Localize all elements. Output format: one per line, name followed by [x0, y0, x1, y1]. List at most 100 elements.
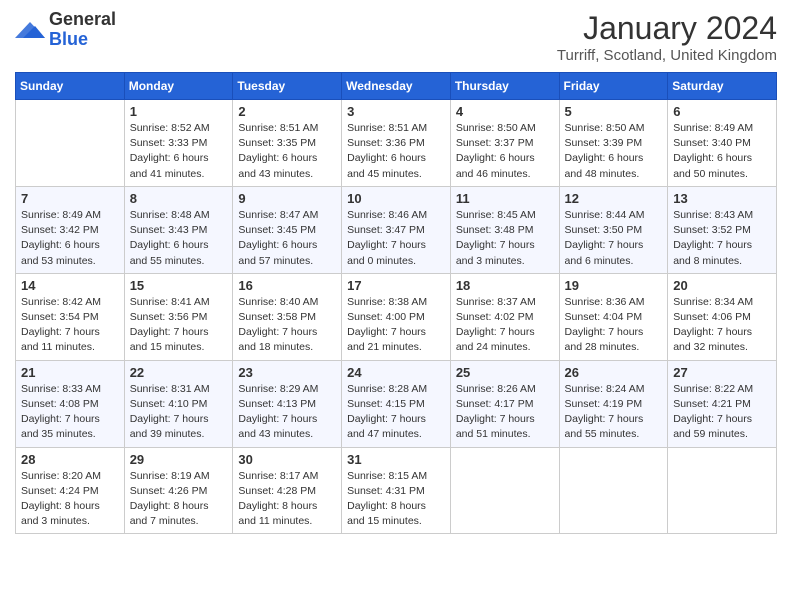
day-number: 11 — [456, 191, 554, 206]
day-number: 7 — [21, 191, 119, 206]
calendar-cell: 7 Sunrise: 8:49 AMSunset: 3:42 PMDaylight… — [16, 186, 125, 273]
day-info: Sunrise: 8:34 AMSunset: 4:06 PMDaylight:… — [673, 295, 771, 356]
calendar-cell: 10 Sunrise: 8:46 AMSunset: 3:47 PMDayligh… — [342, 186, 451, 273]
day-info: Sunrise: 8:26 AMSunset: 4:17 PMDaylight:… — [456, 382, 554, 443]
weekday-header-sunday: Sunday — [16, 73, 125, 100]
day-number: 26 — [565, 365, 663, 380]
calendar-cell: 17 Sunrise: 8:38 AMSunset: 4:00 PMDayligh… — [342, 273, 451, 360]
day-info: Sunrise: 8:29 AMSunset: 4:13 PMDaylight:… — [238, 382, 336, 443]
day-info: Sunrise: 8:33 AMSunset: 4:08 PMDaylight:… — [21, 382, 119, 443]
day-number: 8 — [130, 191, 228, 206]
day-number: 2 — [238, 104, 336, 119]
day-info: Sunrise: 8:40 AMSunset: 3:58 PMDaylight:… — [238, 295, 336, 356]
day-info: Sunrise: 8:17 AMSunset: 4:28 PMDaylight:… — [238, 469, 336, 530]
calendar-cell: 27 Sunrise: 8:22 AMSunset: 4:21 PMDayligh… — [668, 360, 777, 447]
day-info: Sunrise: 8:48 AMSunset: 3:43 PMDaylight:… — [130, 208, 228, 269]
logo: General Blue — [15, 10, 116, 50]
day-number: 20 — [673, 278, 771, 293]
day-info: Sunrise: 8:28 AMSunset: 4:15 PMDaylight:… — [347, 382, 445, 443]
weekday-header-friday: Friday — [559, 73, 668, 100]
calendar-week-4: 21Sunrise: 8:33 AMSunset: 4:08 PMDayligh… — [16, 360, 777, 447]
calendar-cell — [16, 100, 125, 187]
day-number: 6 — [673, 104, 771, 119]
day-info: Sunrise: 8:43 AMSunset: 3:52 PMDaylight:… — [673, 208, 771, 269]
day-number: 5 — [565, 104, 663, 119]
calendar-cell: 6 Sunrise: 8:49 AMSunset: 3:40 PMDaylight… — [668, 100, 777, 187]
calendar-week-2: 7 Sunrise: 8:49 AMSunset: 3:42 PMDaylight… — [16, 186, 777, 273]
calendar-cell — [559, 447, 668, 534]
calendar-header: SundayMondayTuesdayWednesdayThursdayFrid… — [16, 73, 777, 100]
day-info: Sunrise: 8:38 AMSunset: 4:00 PMDaylight:… — [347, 295, 445, 356]
page-header: General Blue January 2024 Turriff, Scotl… — [15, 10, 777, 64]
day-number: 16 — [238, 278, 336, 293]
calendar-cell: 25 Sunrise: 8:26 AMSunset: 4:17 PMDayligh… — [450, 360, 559, 447]
day-number: 12 — [565, 191, 663, 206]
calendar-cell — [450, 447, 559, 534]
location-subtitle: Turriff, Scotland, United Kingdom — [557, 47, 777, 64]
logo-general-text: General — [49, 9, 116, 29]
day-info: Sunrise: 8:46 AMSunset: 3:47 PMDaylight:… — [347, 208, 445, 269]
calendar-cell: 20 Sunrise: 8:34 AMSunset: 4:06 PMDayligh… — [668, 273, 777, 360]
weekday-header-tuesday: Tuesday — [233, 73, 342, 100]
calendar-cell: 29Sunrise: 8:19 AMSunset: 4:26 PMDayligh… — [124, 447, 233, 534]
day-info: Sunrise: 8:44 AMSunset: 3:50 PMDaylight:… — [565, 208, 663, 269]
day-number: 22 — [130, 365, 228, 380]
calendar-cell: 31Sunrise: 8:15 AMSunset: 4:31 PMDayligh… — [342, 447, 451, 534]
calendar-cell: 23Sunrise: 8:29 AMSunset: 4:13 PMDayligh… — [233, 360, 342, 447]
day-number: 15 — [130, 278, 228, 293]
day-number: 30 — [238, 452, 336, 467]
day-number: 24 — [347, 365, 445, 380]
calendar-cell: 13 Sunrise: 8:43 AMSunset: 3:52 PMDayligh… — [668, 186, 777, 273]
calendar-cell: 14 Sunrise: 8:42 AMSunset: 3:54 PMDayligh… — [16, 273, 125, 360]
day-info: Sunrise: 8:50 AMSunset: 3:39 PMDaylight:… — [565, 121, 663, 182]
day-info: Sunrise: 8:20 AMSunset: 4:24 PMDaylight:… — [21, 469, 119, 530]
day-number: 17 — [347, 278, 445, 293]
day-number: 14 — [21, 278, 119, 293]
day-info: Sunrise: 8:52 AMSunset: 3:33 PMDaylight:… — [130, 121, 228, 182]
calendar-cell: 18Sunrise: 8:37 AMSunset: 4:02 PMDayligh… — [450, 273, 559, 360]
day-info: Sunrise: 8:24 AMSunset: 4:19 PMDaylight:… — [565, 382, 663, 443]
day-number: 4 — [456, 104, 554, 119]
calendar-cell: 21Sunrise: 8:33 AMSunset: 4:08 PMDayligh… — [16, 360, 125, 447]
day-number: 13 — [673, 191, 771, 206]
calendar-body: 1Sunrise: 8:52 AMSunset: 3:33 PMDaylight… — [16, 100, 777, 534]
calendar-cell: 11 Sunrise: 8:45 AMSunset: 3:48 PMDayligh… — [450, 186, 559, 273]
day-info: Sunrise: 8:50 AMSunset: 3:37 PMDaylight:… — [456, 121, 554, 182]
calendar-cell: 2 Sunrise: 8:51 AMSunset: 3:35 PMDaylight… — [233, 100, 342, 187]
calendar-table: SundayMondayTuesdayWednesdayThursdayFrid… — [15, 72, 777, 534]
calendar-cell: 16 Sunrise: 8:40 AMSunset: 3:58 PMDayligh… — [233, 273, 342, 360]
weekday-header-wednesday: Wednesday — [342, 73, 451, 100]
calendar-week-3: 14 Sunrise: 8:42 AMSunset: 3:54 PMDayligh… — [16, 273, 777, 360]
day-number: 27 — [673, 365, 771, 380]
day-info: Sunrise: 8:51 AMSunset: 3:36 PMDaylight:… — [347, 121, 445, 182]
calendar-cell: 12 Sunrise: 8:44 AMSunset: 3:50 PMDayligh… — [559, 186, 668, 273]
calendar-cell: 15 Sunrise: 8:41 AMSunset: 3:56 PMDayligh… — [124, 273, 233, 360]
calendar-cell: 22Sunrise: 8:31 AMSunset: 4:10 PMDayligh… — [124, 360, 233, 447]
day-info: Sunrise: 8:49 AMSunset: 3:40 PMDaylight:… — [673, 121, 771, 182]
calendar-cell: 28 Sunrise: 8:20 AMSunset: 4:24 PMDayligh… — [16, 447, 125, 534]
day-number: 25 — [456, 365, 554, 380]
month-title: January 2024 — [557, 10, 777, 47]
day-info: Sunrise: 8:45 AMSunset: 3:48 PMDaylight:… — [456, 208, 554, 269]
calendar-cell: 9Sunrise: 8:47 AMSunset: 3:45 PMDaylight… — [233, 186, 342, 273]
weekday-header-row: SundayMondayTuesdayWednesdayThursdayFrid… — [16, 73, 777, 100]
weekday-header-thursday: Thursday — [450, 73, 559, 100]
day-info: Sunrise: 8:37 AMSunset: 4:02 PMDaylight:… — [456, 295, 554, 356]
calendar-cell: 3Sunrise: 8:51 AMSunset: 3:36 PMDaylight… — [342, 100, 451, 187]
calendar-week-5: 28 Sunrise: 8:20 AMSunset: 4:24 PMDayligh… — [16, 447, 777, 534]
day-info: Sunrise: 8:41 AMSunset: 3:56 PMDaylight:… — [130, 295, 228, 356]
day-info: Sunrise: 8:51 AMSunset: 3:35 PMDaylight:… — [238, 121, 336, 182]
day-number: 28 — [21, 452, 119, 467]
day-number: 29 — [130, 452, 228, 467]
day-info: Sunrise: 8:42 AMSunset: 3:54 PMDaylight:… — [21, 295, 119, 356]
calendar-cell: 24 Sunrise: 8:28 AMSunset: 4:15 PMDayligh… — [342, 360, 451, 447]
day-info: Sunrise: 8:49 AMSunset: 3:42 PMDaylight:… — [21, 208, 119, 269]
day-info: Sunrise: 8:22 AMSunset: 4:21 PMDaylight:… — [673, 382, 771, 443]
day-info: Sunrise: 8:15 AMSunset: 4:31 PMDaylight:… — [347, 469, 445, 530]
calendar-cell: 5 Sunrise: 8:50 AMSunset: 3:39 PMDaylight… — [559, 100, 668, 187]
day-number: 10 — [347, 191, 445, 206]
calendar-cell: 8 Sunrise: 8:48 AMSunset: 3:43 PMDaylight… — [124, 186, 233, 273]
logo-blue-text: Blue — [49, 29, 88, 49]
calendar-cell: 1Sunrise: 8:52 AMSunset: 3:33 PMDaylight… — [124, 100, 233, 187]
title-block: January 2024 Turriff, Scotland, United K… — [557, 10, 777, 64]
